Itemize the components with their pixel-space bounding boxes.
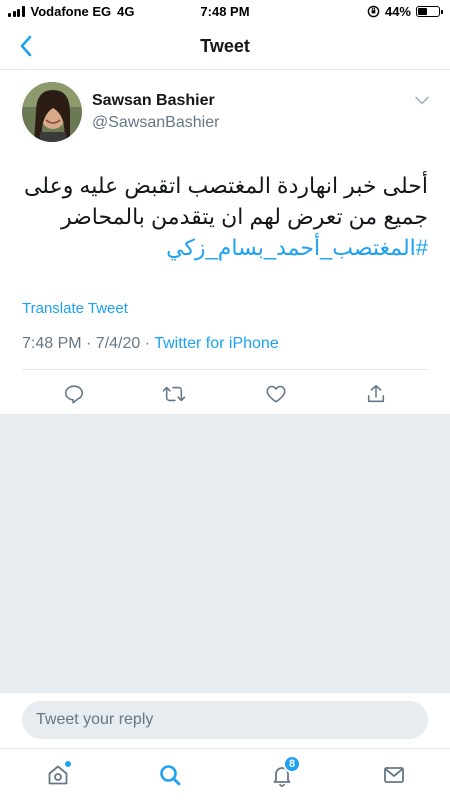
- tab-messages[interactable]: [380, 761, 408, 789]
- battery-icon: [416, 6, 443, 17]
- tweet-actions: [22, 374, 428, 414]
- page-title: Tweet: [200, 36, 250, 56]
- tweet-metadata: 7:48 PM · 7/4/20 · Twitter for iPhone: [22, 335, 279, 353]
- retweet-button[interactable]: [160, 380, 188, 408]
- battery-fill: [418, 8, 427, 15]
- reply-input[interactable]: [22, 701, 428, 739]
- reply-button[interactable]: [60, 380, 88, 408]
- author-name[interactable]: Sawsan Bashier: [92, 92, 215, 110]
- share-button[interactable]: [362, 380, 390, 408]
- retweet-icon: [162, 386, 186, 402]
- mail-icon: [384, 767, 404, 783]
- search-icon: [160, 765, 181, 786]
- status-right: 44%: [367, 4, 443, 19]
- translate-tweet-link[interactable]: Translate Tweet: [22, 300, 128, 317]
- tab-search[interactable]: [156, 761, 184, 789]
- nav-bar: Tweet: [0, 22, 450, 70]
- avatar-photo: [22, 82, 82, 142]
- tweet-source-link[interactable]: Twitter for iPhone: [154, 335, 279, 352]
- tab-notifications[interactable]: 8: [268, 755, 301, 789]
- tweet-text: أحلى خبر انهاردة المغتصب اتقبض عليه وعلى…: [18, 170, 428, 263]
- tab-home[interactable]: [44, 761, 72, 789]
- notifications-badge: 8: [283, 755, 301, 773]
- reply-bar: [0, 692, 450, 748]
- chevron-down-icon: [415, 96, 429, 104]
- like-button[interactable]: [262, 380, 290, 408]
- hashtag-link[interactable]: #المغتصب_أحمد_بسام_زكي: [18, 232, 428, 263]
- tab-bar: 8: [0, 748, 450, 800]
- status-bar: Vodafone EG 4G 7:48 PM 44%: [0, 0, 450, 22]
- tweet-text-line-2: جميع من تعرض لهم ان يتقدمن بالمحاضر: [60, 204, 428, 229]
- battery-percent: 44%: [384, 4, 411, 19]
- replies-area: [0, 414, 450, 692]
- tweet-menu-button[interactable]: [412, 92, 432, 108]
- tweet-detail: Sawsan Bashier @SawsanBashier أحلى خبر ا…: [0, 70, 450, 414]
- tweet-text-line-1: أحلى خبر انهاردة المغتصب اتقبض عليه وعلى: [23, 173, 428, 198]
- orientation-lock-icon: [367, 5, 380, 18]
- home-new-indicator: [65, 761, 71, 767]
- tweet-timestamp: 7:48 PM · 7/4/20 ·: [22, 335, 155, 352]
- share-icon: [367, 384, 385, 403]
- reply-icon: [64, 385, 84, 404]
- heart-icon: [266, 385, 286, 403]
- divider: [22, 369, 428, 370]
- author-handle[interactable]: @SawsanBashier: [92, 114, 219, 132]
- avatar[interactable]: [22, 82, 82, 142]
